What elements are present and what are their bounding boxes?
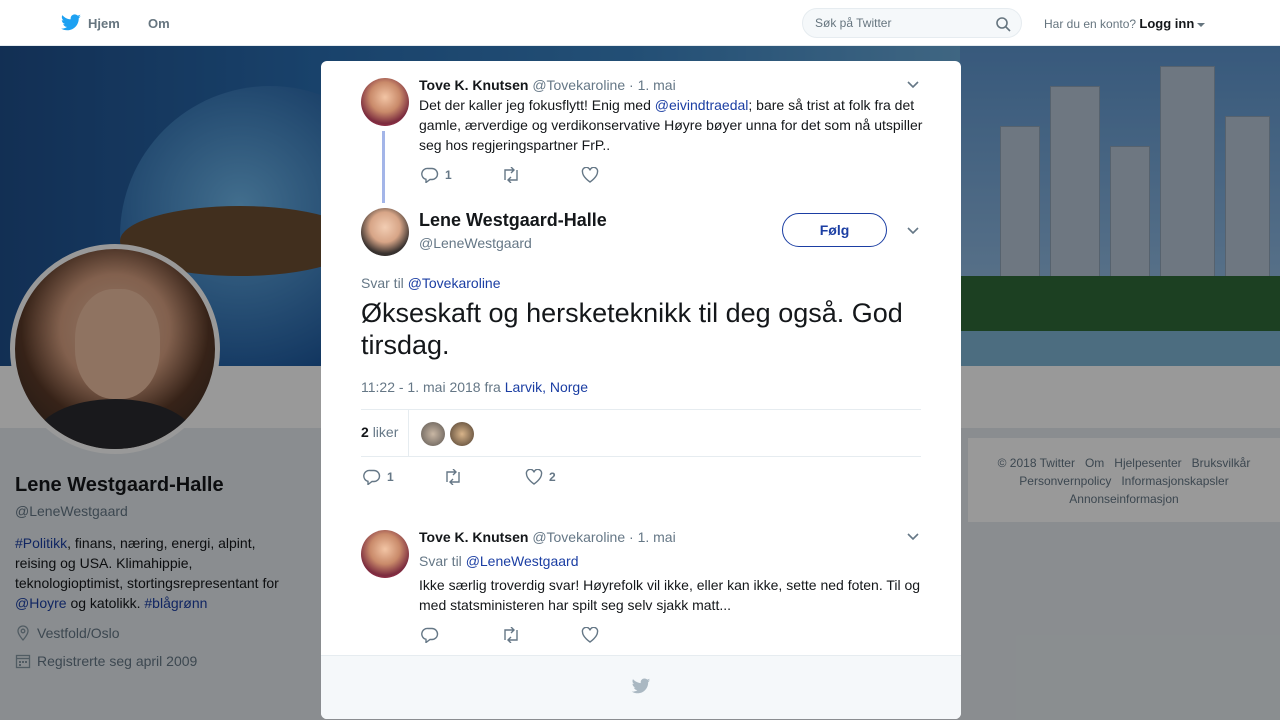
likes-number: 2 [361, 424, 369, 440]
chevron-down-icon[interactable] [906, 78, 920, 92]
search-icon[interactable] [995, 16, 1011, 32]
like-count: 2 [549, 470, 556, 484]
author-name[interactable]: Tove K. Knutsen [419, 529, 528, 545]
tweet-text: Økseskaft og hersketeknikk til deg også.… [361, 298, 903, 360]
tweet-actions [421, 627, 599, 643]
like-button[interactable] [581, 627, 599, 643]
reply-count: 1 [387, 470, 394, 484]
tweet-date[interactable]: · 1. mai [629, 77, 676, 93]
tweet-actions: 1 [421, 167, 599, 183]
nav-home-label: Hjem [88, 15, 120, 31]
author-handle[interactable]: @LeneWestgaard [419, 235, 532, 251]
reply-button[interactable] [421, 627, 501, 643]
reply-icon [421, 167, 439, 183]
chevron-down-icon[interactable] [906, 530, 920, 544]
reply-prefix: Svar til [361, 275, 404, 291]
likes-count[interactable]: 2 liker [361, 424, 398, 440]
avatar[interactable] [361, 78, 409, 126]
reply-context: Svar til @Tovekaroline [361, 275, 501, 291]
mention-link[interactable]: @Tovekaroline [408, 275, 501, 291]
like-button[interactable] [581, 167, 599, 183]
nav-about[interactable]: Om [148, 16, 170, 31]
tweet-text: Det der kaller jeg fokusflytt! Enig med … [419, 95, 929, 155]
avatar[interactable] [361, 530, 409, 578]
search-placeholder: Søk på Twitter [815, 16, 892, 30]
reply-prefix: Svar til [419, 553, 462, 569]
twitter-bird-icon [61, 14, 81, 31]
likes-summary: 2 liker [361, 409, 921, 457]
account-prompt: Har du en konto? Logg inn [1044, 16, 1206, 31]
tweet-timestamp[interactable]: 11:22 - 1. mai 2018 fra [361, 379, 501, 395]
tweet-location-link[interactable]: Larvik, Norge [505, 379, 588, 395]
retweet-icon [504, 627, 518, 643]
modal-footer [321, 655, 961, 719]
tweet-header: Tove K. Knutsen @Tovekaroline · 1. mai [419, 529, 676, 545]
author-handle[interactable]: @Tovekaroline [532, 77, 625, 93]
author-handle[interactable]: @Tovekaroline [532, 529, 625, 545]
like-button[interactable]: 2 [525, 469, 556, 485]
tweet-date[interactable]: · 1. mai [629, 529, 676, 545]
retweet-icon [446, 469, 460, 485]
tweet-header: Tove K. Knutsen @Tovekaroline · 1. mai [419, 77, 676, 93]
retweet-button[interactable] [443, 469, 525, 485]
likes-label: liker [372, 424, 399, 440]
divider [408, 410, 409, 456]
author-name[interactable]: Tove K. Knutsen [419, 77, 528, 93]
tweet-actions: 1 2 [363, 469, 556, 485]
chevron-down-icon[interactable] [1197, 22, 1206, 27]
top-navigation: Hjem Om Søk på Twitter Har du en konto? … [0, 0, 1280, 46]
account-prompt-text: Har du en konto? [1044, 17, 1137, 31]
tweet-metadata: 11:22 - 1. mai 2018 fra Larvik, Norge [361, 379, 588, 395]
follow-button[interactable]: Følg [782, 213, 887, 247]
liker-avatar[interactable] [421, 422, 445, 446]
avatar[interactable] [361, 208, 409, 256]
retweet-icon [504, 167, 518, 183]
search-input[interactable]: Søk på Twitter [802, 8, 1022, 38]
login-button[interactable]: Logg inn [1139, 16, 1194, 31]
retweet-button[interactable] [501, 627, 581, 643]
heart-icon [581, 167, 599, 183]
chevron-down-icon[interactable] [906, 224, 920, 238]
reply-icon [363, 469, 381, 485]
mention-link[interactable]: @LeneWestgaard [466, 553, 579, 569]
nav-home[interactable]: Hjem [60, 14, 120, 32]
heart-icon [581, 627, 599, 643]
reply-count: 1 [445, 168, 452, 182]
heart-icon [525, 469, 543, 485]
reply-button[interactable]: 1 [363, 469, 443, 485]
reply-button[interactable]: 1 [421, 167, 501, 183]
tweet-text: Ikke særlig troverdig svar! Høyrefolk vi… [419, 577, 921, 613]
mention-link[interactable]: @eivindtraedal [655, 97, 749, 113]
thread-connector [382, 131, 385, 203]
twitter-bird-icon [631, 678, 651, 694]
liker-avatar[interactable] [450, 422, 474, 446]
tweet-text-part: Det der kaller jeg fokusflytt! Enig med [419, 97, 655, 113]
retweet-button[interactable] [501, 167, 581, 183]
author-name[interactable]: Lene Westgaard-Halle [419, 210, 607, 231]
reply-context: Svar til @LeneWestgaard [419, 553, 579, 569]
tweet-modal: Tove K. Knutsen @Tovekaroline · 1. mai D… [321, 61, 961, 719]
close-icon[interactable] [1234, 12, 1258, 36]
reply-icon [421, 627, 439, 643]
